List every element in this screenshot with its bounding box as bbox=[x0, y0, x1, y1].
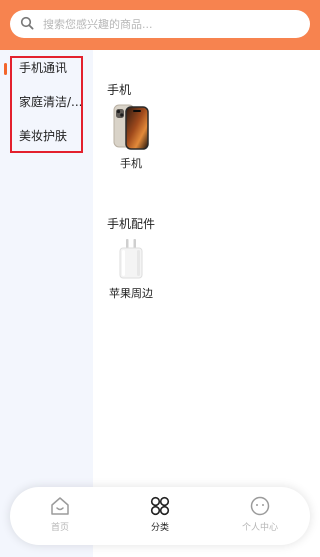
section-title-phones: 手机 bbox=[107, 83, 132, 97]
search-input[interactable]: 搜索您感兴趣的商品... bbox=[10, 10, 310, 38]
product-apple-accessories[interactable]: 苹果周边 bbox=[106, 237, 156, 301]
sidebar-item-home-cleaning[interactable]: 家庭清洁/... bbox=[9, 86, 83, 119]
product-phone[interactable]: 手机 bbox=[106, 103, 156, 171]
tab-profile[interactable]: 个人中心 bbox=[225, 495, 295, 533]
sidebar-item-beauty[interactable]: 美妆护肤 bbox=[9, 120, 83, 153]
bottom-tab-bar: 首页 分类 个人中心 bbox=[10, 487, 310, 545]
tab-home[interactable]: 首页 bbox=[25, 495, 95, 533]
category-icon bbox=[125, 495, 195, 517]
header: 搜索您感兴趣的商品... bbox=[0, 0, 320, 50]
search-icon bbox=[20, 15, 34, 34]
sidebar-item-phones[interactable]: 手机通讯 bbox=[9, 52, 83, 85]
home-icon bbox=[25, 495, 95, 517]
tab-label: 首页 bbox=[50, 523, 69, 533]
tab-category[interactable]: 分类 bbox=[125, 495, 195, 533]
search-placeholder: 搜索您感兴趣的商品... bbox=[43, 18, 153, 31]
section-title-accessories: 手机配件 bbox=[107, 217, 156, 231]
profile-icon bbox=[225, 495, 295, 517]
product-label: 苹果周边 bbox=[109, 287, 153, 300]
charger-thumbnail bbox=[119, 239, 143, 279]
tab-label: 分类 bbox=[150, 523, 169, 533]
active-indicator bbox=[4, 63, 7, 75]
tab-label: 个人中心 bbox=[241, 523, 278, 533]
phone-thumbnail bbox=[113, 104, 149, 150]
product-label: 手机 bbox=[120, 157, 142, 170]
